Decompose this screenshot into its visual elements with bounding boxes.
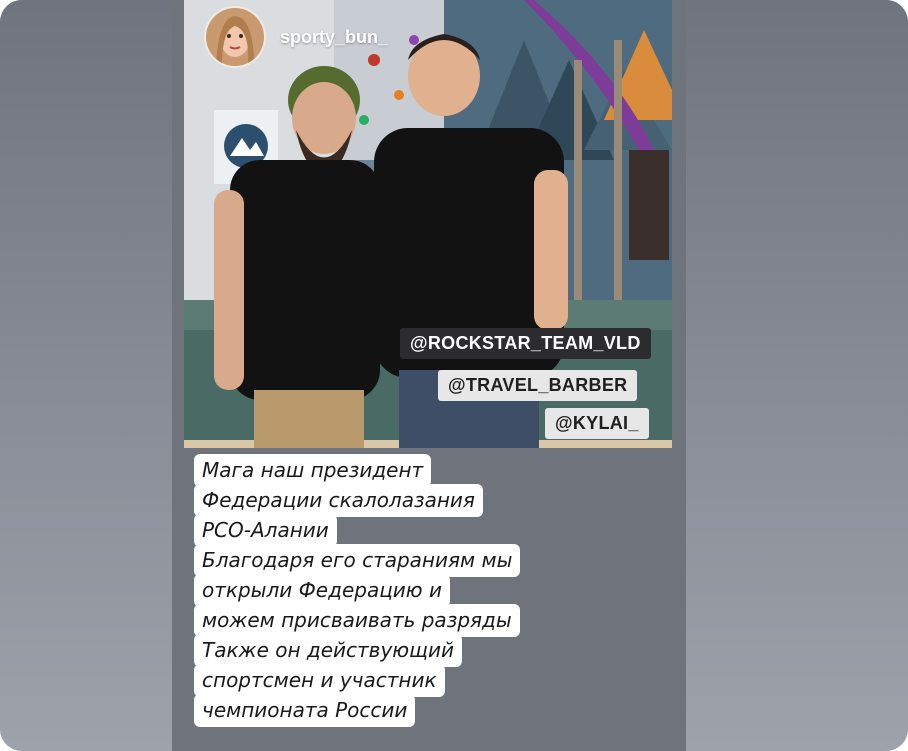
- caption-line: спортсмен и участник: [194, 664, 445, 697]
- mention-tag-kylai[interactable]: @KYLAI_: [545, 408, 649, 439]
- caption-line: Благодаря его стараниям мы: [194, 544, 521, 577]
- background-blur-right: [686, 0, 908, 751]
- story-photo: sporty_bun_ @ROCKSTAR_TEAM_VLD @TRAVEL_B…: [184, 0, 672, 448]
- caption-line: чемпионата России: [194, 694, 416, 727]
- background-blur-left: [0, 0, 172, 751]
- avatar[interactable]: [204, 6, 266, 68]
- caption-line: РСО-Алании: [194, 514, 337, 547]
- story-profile[interactable]: sporty_bun_: [204, 6, 388, 68]
- caption-line: Федерации скалолазания: [194, 484, 483, 517]
- mention-tag-travel-barber[interactable]: @TRAVEL_BARBER: [438, 370, 638, 401]
- caption-line: Мага наш президент: [194, 454, 432, 487]
- mention-tag-rockstar-team-vld[interactable]: @ROCKSTAR_TEAM_VLD: [400, 328, 651, 359]
- caption-line: открыли Федерацию и: [194, 574, 450, 607]
- screenshot-frame: sporty_bun_ @ROCKSTAR_TEAM_VLD @TRAVEL_B…: [0, 0, 908, 751]
- caption-line: Также он действующий: [194, 634, 462, 667]
- story-caption: Мага наш президент Федерации скалолазани…: [194, 454, 521, 727]
- profile-username[interactable]: sporty_bun_: [280, 27, 388, 48]
- story-card[interactable]: sporty_bun_ @ROCKSTAR_TEAM_VLD @TRAVEL_B…: [172, 0, 686, 751]
- profile-avatar-icon: [206, 8, 264, 66]
- caption-line: можем присваивать разряды: [194, 604, 520, 637]
